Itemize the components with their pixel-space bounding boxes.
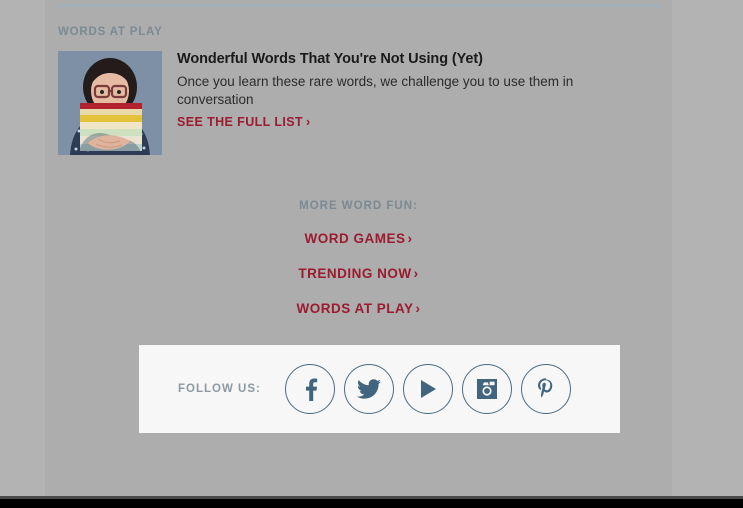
bottom-strip — [0, 499, 743, 508]
trending-now-link[interactable]: TRENDING NOW › — [45, 266, 672, 281]
chevron-right-icon: › — [306, 115, 311, 129]
section-divider — [58, 4, 660, 7]
words-at-play-link[interactable]: WORDS AT PLAY › — [45, 301, 672, 316]
chevron-right-icon: › — [415, 301, 421, 316]
chevron-right-icon: › — [413, 266, 419, 281]
twitter-icon[interactable] — [343, 364, 394, 414]
see-the-full-list-link[interactable]: SEE THE FULL LIST › — [177, 115, 311, 129]
article-text: Wonderful Words That You're Not Using (Y… — [177, 51, 617, 131]
follow-us-bar: FOLLOW US: — [139, 345, 620, 433]
word-games-label: WORD GAMES — [304, 231, 406, 246]
article-description: Once you learn these rare words, we chal… — [177, 74, 574, 107]
youtube-play-icon[interactable] — [402, 364, 453, 414]
chevron-right-icon: › — [407, 231, 413, 246]
facebook-icon[interactable] — [284, 364, 335, 414]
content-column: WORDS AT PLAY Wonderful Words That You'r… — [45, 0, 672, 496]
more-word-fun-label: MORE WORD FUN: — [299, 200, 418, 212]
pinterest-icon[interactable] — [520, 364, 571, 414]
section-kicker: WORDS AT PLAY — [58, 26, 163, 38]
social-links — [284, 364, 571, 414]
instagram-icon[interactable] — [461, 364, 512, 414]
see-the-full-list-label: SEE THE FULL LIST — [177, 115, 304, 129]
follow-us-label: FOLLOW US: — [178, 383, 261, 395]
word-games-link[interactable]: WORD GAMES › — [45, 231, 672, 246]
page-root: WORDS AT PLAY Wonderful Words That You'r… — [0, 0, 743, 508]
article-thumbnail[interactable] — [58, 51, 162, 155]
article-title[interactable]: Wonderful Words That You're Not Using (Y… — [177, 51, 617, 68]
trending-now-label: TRENDING NOW — [298, 266, 412, 281]
more-word-fun-section: MORE WORD FUN: WORD GAMES › TRENDING NOW ›… — [45, 200, 672, 336]
words-at-play-label: WORDS AT PLAY — [296, 301, 414, 316]
